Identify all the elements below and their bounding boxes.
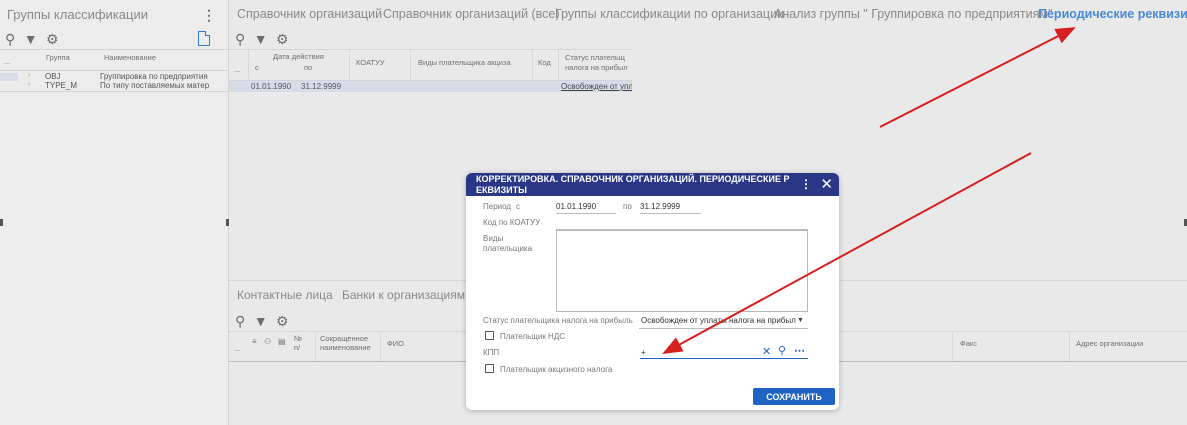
arrow-to-tab: [879, 27, 1076, 128]
annotation-arrows: [662, 27, 1076, 354]
arrow-to-kpp: [662, 152, 1032, 354]
